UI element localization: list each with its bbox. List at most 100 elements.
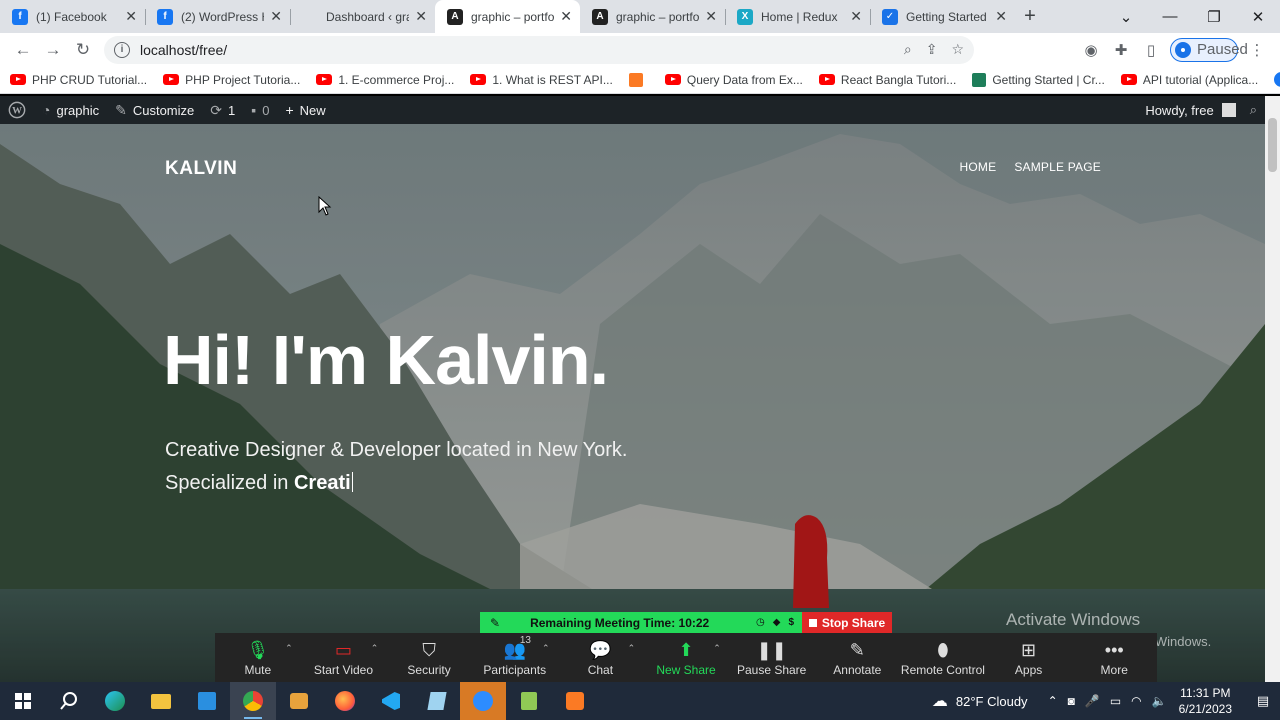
browser-tab[interactable]: Dashboard ‹ grap ✕	[290, 0, 435, 33]
nav-sample-page-link[interactable]: SAMPLE PAGE	[1014, 160, 1101, 174]
notepad-icon[interactable]	[414, 682, 460, 720]
nav-home-link[interactable]: HOME	[960, 160, 997, 174]
chat-button[interactable]: 💬 Chat ⌃	[558, 639, 644, 677]
wp-new[interactable]: + New	[285, 102, 325, 118]
bookmark-item[interactable]: API tutorial (Applica...	[1120, 73, 1258, 87]
search-icon[interactable]: ⌕	[1250, 102, 1257, 118]
site-info-icon[interactable]: i	[114, 41, 130, 58]
avatar[interactable]	[1221, 103, 1236, 117]
weather-widget[interactable]: ☁ 82°F Cloudy	[932, 691, 1028, 711]
close-icon[interactable]: ✕	[125, 8, 137, 25]
screenshot-icon[interactable]: ◉	[1076, 41, 1106, 59]
browser-tab[interactable]: f (2) WordPress He ✕	[145, 0, 290, 33]
battery-icon[interactable]: ▭	[1110, 694, 1121, 708]
chevron-up-icon[interactable]: ⌃	[628, 643, 636, 654]
xampp-icon[interactable]	[552, 682, 598, 720]
wp-site-name[interactable]: ◔ graphic	[42, 102, 99, 118]
security-button[interactable]: ⛉ Security	[386, 639, 472, 677]
tab-search-icon[interactable]: ⌄	[1104, 8, 1148, 26]
close-icon[interactable]: ✕	[995, 8, 1007, 25]
wp-updates[interactable]: ⟳ 1	[210, 102, 235, 119]
minimize-icon[interactable]: —	[1148, 8, 1192, 25]
more-button[interactable]: ••• More	[1071, 639, 1157, 677]
page-scrollbar[interactable]	[1265, 96, 1280, 682]
apps-button[interactable]: ⊞ Apps	[986, 639, 1072, 677]
restore-icon[interactable]: ❐	[1192, 8, 1236, 26]
chat-icon: 💬	[589, 640, 612, 660]
browser-tab[interactable]: X Home | Redux ✕	[725, 0, 870, 33]
share-icon[interactable]: ⇪	[926, 41, 938, 58]
bookmark-item[interactable]: 1. What is REST API...	[470, 73, 613, 87]
participants-button[interactable]: 👥 13 Participants ⌃	[472, 635, 558, 677]
bookmark-item[interactable]: PHP Project Tutoria...	[163, 73, 300, 87]
bookmark-item[interactable]	[628, 72, 649, 87]
media-player-icon[interactable]	[276, 682, 322, 720]
zoom-toolbar: 🎙 Mute ⌃ ▭ Start Video ⌃ ⛉ Security 👥 13 Partic…	[215, 633, 1157, 682]
browser-tab[interactable]: Agraphic – portfol ✕	[435, 0, 580, 33]
close-window-icon[interactable]: ✕	[1236, 8, 1280, 26]
zoom-meeting-icon[interactable]	[460, 682, 506, 720]
file-explorer-icon[interactable]	[138, 682, 184, 720]
annotate-button[interactable]: ✎ Annotate	[814, 639, 900, 677]
chevron-up-icon[interactable]: ⌃	[542, 643, 550, 654]
drag-handle-icon[interactable]: ✎	[490, 616, 500, 630]
browser-tab[interactable]: Agraphic – portfol ✕	[580, 0, 725, 33]
close-icon[interactable]: ✕	[560, 8, 572, 25]
chrome-icon[interactable]	[230, 682, 276, 720]
chevron-up-icon[interactable]: ⌃	[713, 643, 721, 654]
search-icon[interactable]	[46, 682, 92, 720]
wp-howdy[interactable]: Howdy, free	[1145, 103, 1213, 118]
wordpress-logo-icon[interactable]: W	[8, 101, 26, 119]
bookmark-star-icon[interactable]: ☆	[951, 41, 964, 58]
edge-icon[interactable]	[92, 682, 138, 720]
wp-comments[interactable]: ▪ 0	[251, 102, 269, 118]
notepad-plus-icon[interactable]	[506, 682, 552, 720]
close-icon[interactable]: ✕	[705, 8, 717, 25]
bookmark-item[interactable]: Query Data from Ex...	[664, 73, 803, 87]
volume-icon[interactable]: 🔈	[1152, 694, 1167, 708]
start-button-icon[interactable]	[0, 682, 46, 720]
close-icon[interactable]: ✕	[415, 8, 427, 25]
close-icon[interactable]: ✕	[850, 8, 862, 25]
bookmark-item[interactable]: React Bangla Tutori...	[818, 73, 956, 87]
bookmark-item[interactable]: 1. E-commerce Proj...	[316, 73, 454, 87]
pause-share-button[interactable]: ❚❚ Pause Share	[729, 639, 815, 677]
camera-icon[interactable]: ◙	[1068, 694, 1075, 708]
microphone-icon[interactable]: 🎤	[1085, 694, 1100, 708]
address-bar[interactable]: i localhost/free/ ⌕ ⇪ ☆	[104, 35, 974, 64]
chevron-up-icon[interactable]: ⌃	[371, 643, 379, 654]
forward-icon[interactable]: →	[38, 35, 68, 65]
back-icon[interactable]: ←	[8, 35, 38, 65]
zoom-icon[interactable]: ⌕	[904, 41, 912, 58]
wp-customize[interactable]: ✎ Customize	[115, 102, 194, 119]
bookmark-item[interactable]: fPost	[1274, 72, 1280, 87]
extensions-icon[interactable]: ✚	[1106, 41, 1136, 59]
chevron-up-icon[interactable]: ⌃	[1048, 694, 1058, 708]
scrollbar-thumb[interactable]	[1268, 118, 1277, 172]
profile-paused-button[interactable]: Paused	[1170, 37, 1248, 62]
reload-icon[interactable]: ↻	[68, 35, 98, 65]
browser-tab[interactable]: f (1) Facebook ✕	[0, 0, 145, 33]
close-icon[interactable]: ✕	[270, 8, 282, 25]
remote-control-button[interactable]: ⬮ Remote Control	[900, 639, 986, 677]
browser-tab[interactable]: ✓ Getting Started | ✕	[870, 0, 1015, 33]
browser-menu-icon[interactable]: ⋮	[1242, 41, 1272, 59]
new-tab-icon[interactable]: +	[1015, 0, 1045, 33]
vscode-icon[interactable]	[368, 682, 414, 720]
site-logo[interactable]: KALVIN	[165, 158, 237, 180]
firefox-icon[interactable]	[322, 682, 368, 720]
bookmark-item[interactable]: Getting Started | Cr...	[972, 72, 1105, 87]
new-share-button[interactable]: ⬆ New Share ⌃	[643, 639, 729, 677]
start-video-button[interactable]: ▭ Start Video ⌃	[301, 639, 387, 677]
notification-icon[interactable]: ▤	[1246, 682, 1280, 720]
wifi-icon[interactable]: ◠	[1131, 694, 1141, 708]
store-icon[interactable]	[184, 682, 230, 720]
chevron-up-icon[interactable]: ⌃	[285, 643, 293, 654]
system-clock[interactable]: 11:31 PM 6/21/2023	[1179, 685, 1232, 717]
cloud-icon: ☁	[931, 693, 948, 710]
bookmark-item[interactable]: PHP CRUD Tutorial...	[10, 73, 147, 87]
stop-share-button[interactable]: Stop Share	[802, 612, 892, 633]
mute-button[interactable]: 🎙 Mute ⌃	[215, 639, 301, 677]
bookmark-label: PHP Project Tutoria...	[185, 72, 301, 87]
side-panel-icon[interactable]: ▯	[1136, 41, 1166, 59]
